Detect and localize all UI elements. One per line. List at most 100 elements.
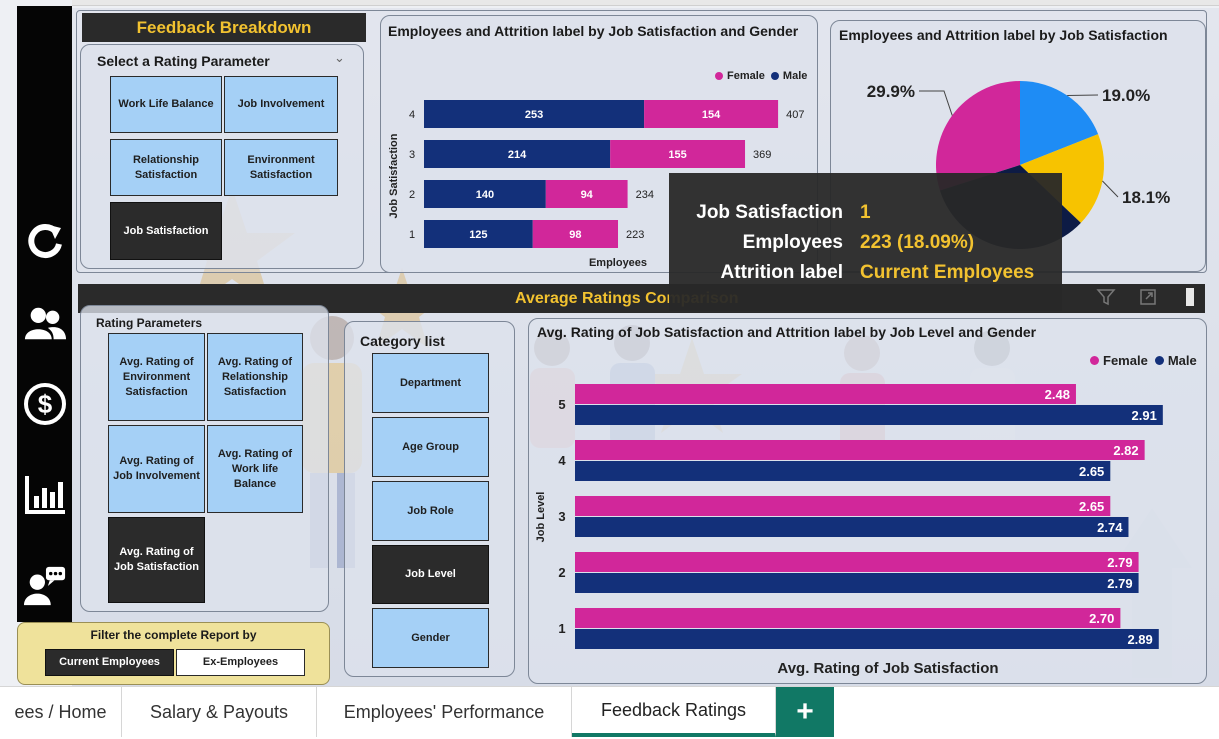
feedback-breakdown-title: Feedback Breakdown [82,13,366,42]
legend-female: Female [1103,353,1148,368]
bar-label-female: 98 [569,229,581,241]
bar-female [575,496,1111,516]
tooltip-key-job-satisfaction: Job Satisfaction [696,202,843,223]
category-job-role-button[interactable]: Job Role [372,481,489,541]
y-axis-label: Job Satisfaction [388,133,400,218]
feedback-user-icon[interactable] [23,564,67,608]
male-legend-dot [1154,356,1164,365]
y-tick-label: 3 [558,509,565,524]
bar-total-label: 223 [626,229,644,241]
pie-leader-line [1102,180,1119,198]
category-job-level-button[interactable]: Job Level [372,545,489,604]
avg-job-satisfaction-button[interactable]: Avg. Rating of Job Satisfaction [108,517,205,603]
dollar-icon[interactable]: $ [23,382,67,426]
x-axis-label: Avg. Rating of Job Satisfaction [777,660,998,677]
filter-icon[interactable] [1092,284,1120,310]
bar-label-male: 214 [508,149,527,161]
tooltip-key-attrition-label: Attrition label [720,262,843,283]
tooltip-value-job-satisfaction: 1 [860,202,871,223]
bar-label-female: 154 [702,109,721,121]
y-tick-label: 1 [409,229,415,241]
people-icon[interactable] [23,302,67,346]
avg-rating-chart-title: Avg. Rating of Job Satisfaction and Attr… [537,324,1037,340]
bar-chart-icon[interactable] [23,472,67,516]
female-legend-dot [1090,356,1099,365]
job-satisfaction-button[interactable]: Job Satisfaction [110,202,222,260]
bar-total-label: 369 [753,149,771,161]
tooltip-value-attrition-label: Current Employees [860,262,1035,283]
chevron-down-icon[interactable]: ⌄ [334,50,345,66]
add-page-button[interactable]: + [776,687,834,737]
work-life-balance-button[interactable]: Work Life Balance [110,76,222,133]
report-canvas: $ Feedback Breakdown Select a Rating Par… [0,0,1219,686]
focus-mode-icon[interactable] [1134,284,1162,310]
bar-total-label: 234 [636,189,654,201]
male-legend-dot [770,72,779,80]
bar-label-male: 140 [476,189,494,201]
category-gender-button[interactable]: Gender [372,608,489,668]
bar-male [575,573,1139,593]
tab-employees-performance[interactable]: Employees' Performance [317,687,572,737]
current-employees-filter-button[interactable]: Current Employees [45,649,174,676]
tab-home[interactable]: ees / Home [0,687,122,737]
more-options-icon[interactable] [1186,288,1194,306]
bar-label-female: 2.65 [1079,499,1104,514]
environment-satisfaction-button[interactable]: Environment Satisfaction [224,139,338,196]
bar-chart-legend: Female Male [715,70,807,82]
pie-slice-label: 29.9% [867,82,915,101]
bar-label-female: 2.79 [1107,555,1132,570]
employees-bar-chart-title: Employees and Attrition label by Job Sat… [388,23,799,39]
y-axis-label: Job Level [535,492,547,543]
bar-total-label: 407 [786,109,804,121]
bar-label-male: 2.89 [1127,632,1152,647]
bar-female [575,384,1076,404]
avg-work-life-balance-button[interactable]: Avg. Rating of Work life Balance [207,425,303,513]
bar-label-male: 2.91 [1132,408,1157,423]
top-strip [72,0,1219,6]
bar-label-female: 2.82 [1113,443,1138,458]
bar-label-female: 94 [581,189,594,201]
y-tick-label: 1 [558,621,565,636]
pie-slice-label: 18.1% [1122,188,1170,207]
bar-label-male: 253 [525,109,543,121]
bar-male [575,629,1159,649]
category-department-button[interactable]: Department [372,353,489,413]
legend-male: Male [1167,353,1197,368]
job-involvement-button[interactable]: Job Involvement [224,76,338,133]
avg-relationship-satisfaction-button[interactable]: Avg. Rating of Relationship Satisfaction [207,333,303,421]
pie-slice-label: 19.0% [1102,86,1150,105]
bar-label-male: 125 [469,229,487,241]
refresh-icon[interactable] [23,218,67,262]
tooltip-key-employees: Employees [742,232,843,253]
bar-label-male: 2.65 [1079,464,1104,479]
y-tick-label: 3 [409,149,415,161]
bar-male [575,461,1111,481]
y-tick-label: 5 [558,397,565,412]
rating-parameters-title: Rating Parameters [96,316,203,330]
bar-label-female: 2.70 [1089,611,1114,626]
avg-environment-satisfaction-button[interactable]: Avg. Rating of Environment Satisfaction [108,333,205,421]
bar-label-male: 2.74 [1097,520,1123,535]
bar-label-female: 2.48 [1045,387,1070,402]
avg-chart-legend: Female Male [1090,353,1197,368]
y-tick-label: 2 [558,565,565,580]
pie-leader-line [919,90,953,116]
tab-salary-payouts[interactable]: Salary & Payouts [122,687,317,737]
bar-female [575,552,1139,572]
category-age-group-button[interactable]: Age Group [372,417,489,477]
select-rating-label: Select a Rating Parameter [97,53,270,69]
ex-employees-filter-button[interactable]: Ex-Employees [176,649,305,676]
avg-job-involvement-button[interactable]: Avg. Rating of Job Involvement [108,425,205,513]
bar-female [575,440,1145,460]
relationship-satisfaction-button[interactable]: Relationship Satisfaction [110,139,222,196]
bar-female [575,608,1121,628]
x-axis-label: Employees [589,257,647,269]
avg-rating-chart: 2.48 2.91 5 2.82 2.65 4 2.65 2.74 3 2.79 2.79 2 2.70… [535,384,1163,677]
legend-female: Female [727,70,765,82]
tooltip-value-employees: 223 (18.09%) [860,232,975,253]
svg-text:$: $ [38,389,53,419]
pie-leader-line [1067,94,1099,97]
bar-male [575,405,1163,425]
y-tick-label: 4 [409,109,415,121]
tab-feedback-ratings[interactable]: Feedback Ratings [572,687,776,737]
